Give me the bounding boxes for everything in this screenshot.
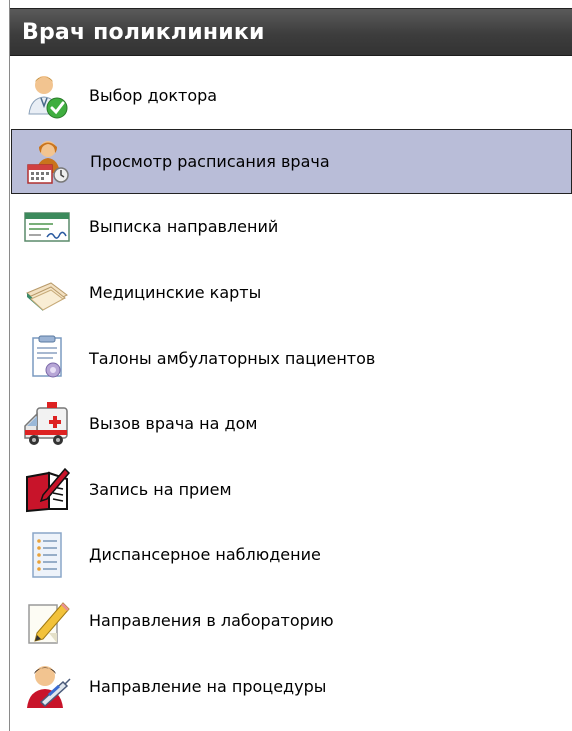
menu-item-house-call[interactable]: Вызов врача на дом: [11, 391, 572, 457]
menu-item-medical-cards[interactable]: Медицинские карты: [11, 260, 572, 326]
panel-title: Врач поликлиники: [22, 20, 265, 45]
notepad-pencil-icon: [19, 593, 75, 649]
doctor-panel: Врач поликлиники Выбор доктора Просмотр …: [0, 0, 572, 731]
menu-list: Выбор доктора Просмотр расписания врача: [11, 63, 572, 719]
menu-item-label: Запись на прием: [89, 479, 232, 499]
menu-item-label: Талоны амбулаторных пациентов: [89, 348, 376, 368]
menu-item-label: Выписка направлений: [89, 217, 279, 237]
menu-item-procedures[interactable]: Направление на процедуры: [11, 653, 572, 719]
panel-left-edge: [0, 0, 10, 731]
outpatient-coupon-icon: [19, 330, 75, 386]
doctor-check-icon: [19, 68, 75, 124]
menu-item-label: Выбор доктора: [89, 86, 218, 106]
menu-item-label: Медицинские карты: [89, 283, 262, 303]
person-syringe-icon: [19, 658, 75, 714]
menu-item-view-schedule[interactable]: Просмотр расписания врача: [11, 128, 572, 195]
menu-item-label: Направление на процедуры: [89, 676, 327, 696]
menu-item-outpatient-coupons[interactable]: Талоны амбулаторных пациентов: [11, 325, 572, 391]
menu-item-label: Направления в лабораторию: [89, 611, 334, 631]
menu-item-label: Диспансерное наблюдение: [89, 545, 321, 565]
appointment-book-icon: [19, 461, 75, 517]
panel-header: Врач поликлиники: [10, 8, 572, 56]
doctor-schedule-icon: [20, 133, 76, 189]
menu-item-appointment[interactable]: Запись на прием: [11, 457, 572, 523]
ambulance-icon: [19, 396, 75, 452]
medical-cards-icon: [19, 265, 75, 321]
menu-item-lab-referrals[interactable]: Направления в лабораторию: [11, 588, 572, 654]
referral-form-icon: [19, 199, 75, 255]
menu-item-dispensary[interactable]: Диспансерное наблюдение: [11, 522, 572, 588]
checklist-icon: [19, 527, 75, 583]
menu-item-issue-referrals[interactable]: Выписка направлений: [11, 194, 572, 260]
menu-item-label: Просмотр расписания врача: [90, 151, 330, 171]
menu-item-label: Вызов врача на дом: [89, 414, 258, 434]
menu-item-select-doctor[interactable]: Выбор доктора: [11, 63, 572, 129]
